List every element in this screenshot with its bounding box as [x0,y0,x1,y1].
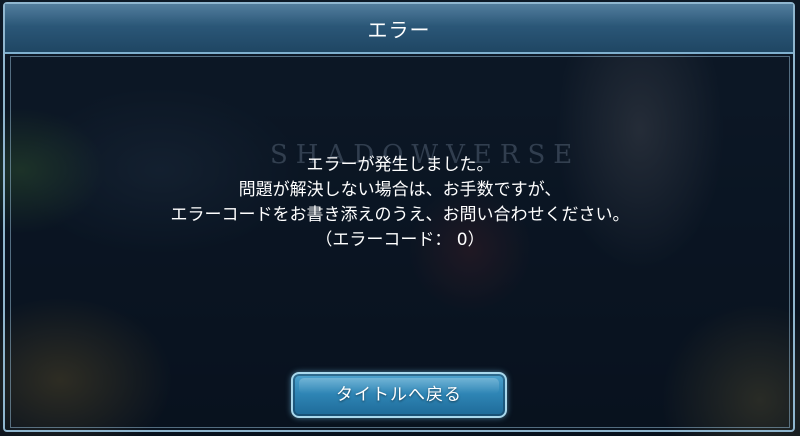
dialog-header: エラー [5,4,793,54]
error-message: エラーが発生しました。 問題が解決しない場合は、お手数ですが、 エラーコードをお… [40,153,760,253]
dialog-title: エラー [367,18,431,42]
error-message-line: 問題が解決しない場合は、お手数ですが、 [238,180,562,200]
return-to-title-button[interactable]: タイトルへ戻る [291,372,507,418]
error-code-line: （エラーコード： 0） [315,230,485,250]
error-message-line: エラーが発生しました。 [306,155,494,175]
error-dialog: エラー SHADOWVERSE エラーが発生しました。 問題が解決しない場合は、… [0,0,800,436]
error-message-line: エラーコードをお書き添えのうえ、お問い合わせください。 [170,205,630,225]
game-screen: エラー SHADOWVERSE エラーが発生しました。 問題が解決しない場合は、… [0,0,800,436]
return-to-title-label: タイトルへ戻る [336,385,462,405]
